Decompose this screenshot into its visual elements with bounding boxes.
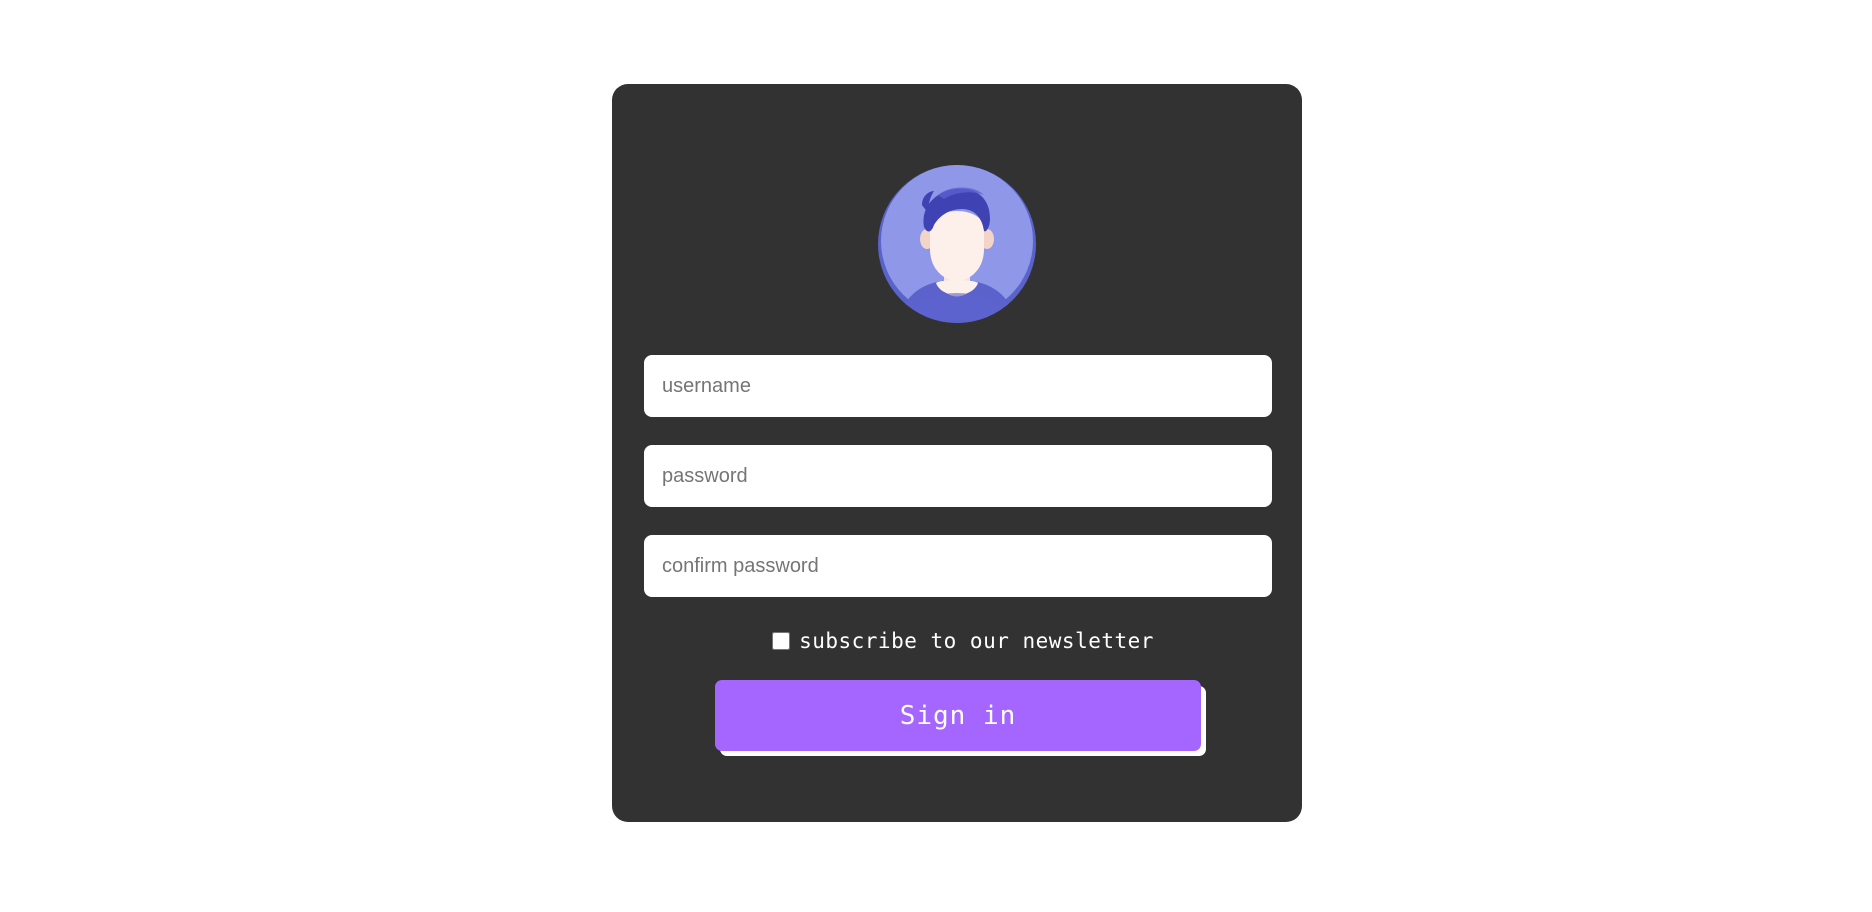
signin-button[interactable]: Sign in [715,680,1201,751]
password-input[interactable] [644,445,1272,507]
newsletter-row: subscribe to our newsletter [612,626,1302,656]
user-avatar-icon [878,165,1036,323]
newsletter-checkbox[interactable] [772,632,791,650]
username-input[interactable] [644,355,1272,417]
confirm-password-input[interactable] [644,535,1272,597]
newsletter-label[interactable]: subscribe to our newsletter [799,629,1154,653]
signup-card: subscribe to our newsletter Sign in [612,84,1302,822]
